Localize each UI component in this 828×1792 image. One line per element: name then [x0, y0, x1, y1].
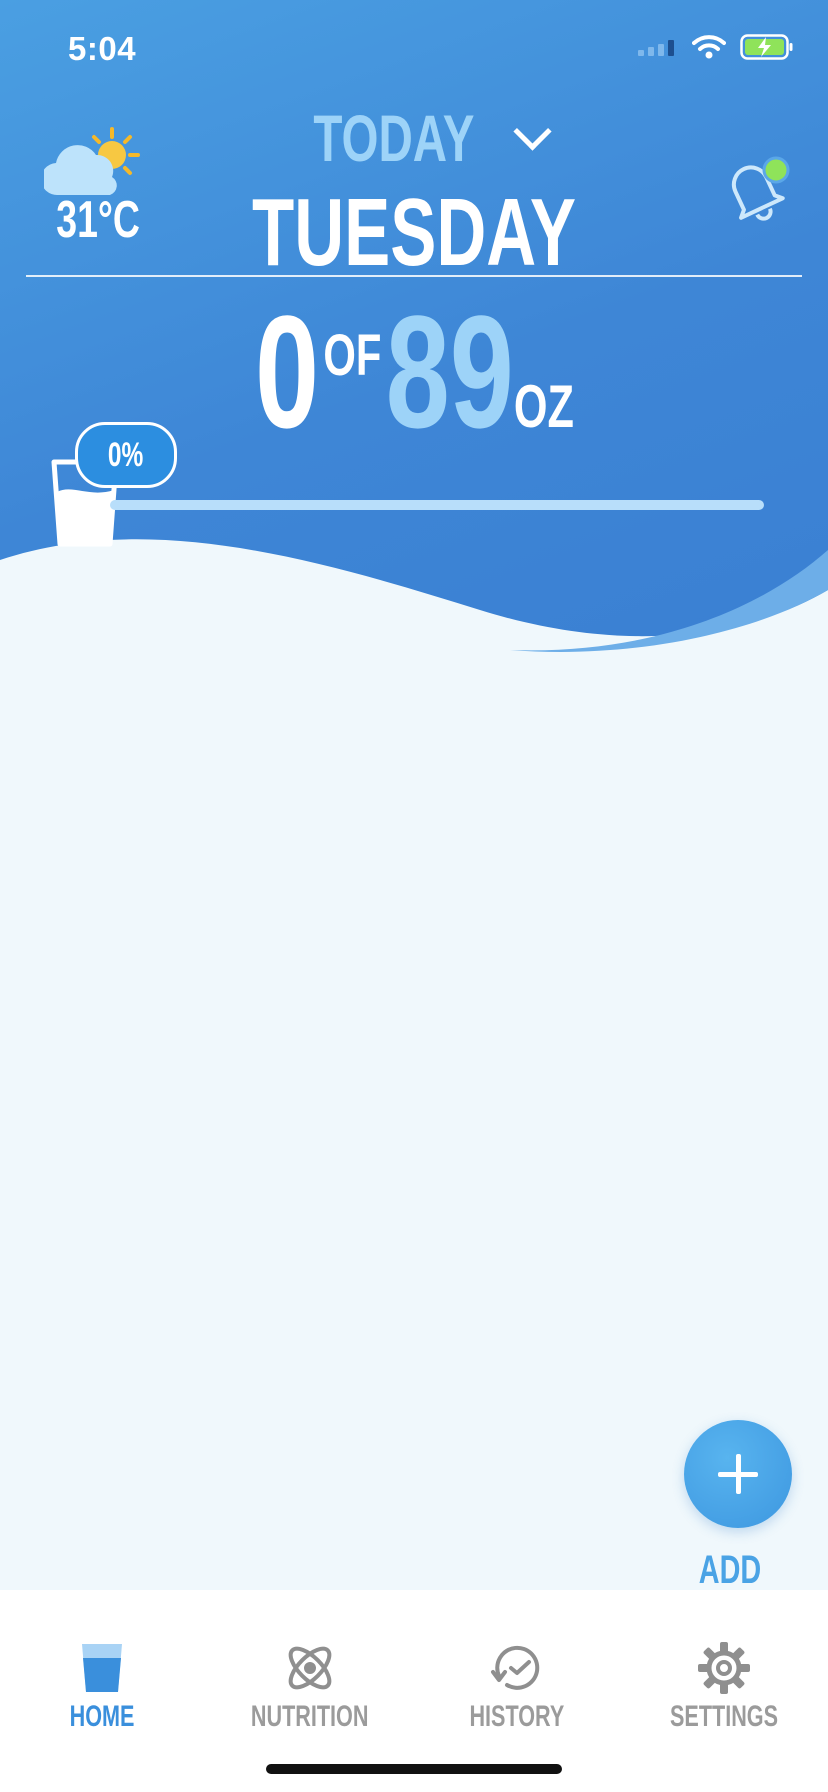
date-selector[interactable]: TODAY — [0, 100, 828, 176]
home-indicator[interactable] — [266, 1764, 562, 1774]
status-time: 5:04 — [68, 30, 137, 67]
status-icons — [638, 34, 794, 60]
tab-nutrition[interactable]: NUTRITION — [220, 1640, 400, 1734]
atom-icon — [288, 1646, 332, 1690]
progress-track — [110, 500, 764, 510]
glass-icon — [82, 1644, 122, 1692]
day-title: TUESDAY — [0, 178, 828, 288]
progress-percent-text: 0% — [108, 436, 144, 474]
plus-icon-vertical — [736, 1454, 741, 1494]
intake-goal: 89 — [385, 282, 514, 461]
tab-home-label: HOME — [69, 1700, 135, 1733]
bell-icon[interactable] — [712, 148, 794, 230]
intake-display: 0OF89OZ — [255, 280, 574, 464]
cellular-signal-icon — [638, 40, 674, 56]
day-title-text: TUESDAY — [252, 179, 576, 286]
tab-history-label: HISTORY — [469, 1700, 565, 1733]
tab-bar: HOME NUTRITION HISTORY SETTINGS — [0, 1590, 828, 1792]
clock-history-icon — [491, 1645, 540, 1690]
date-selector-label: TODAY — [312, 101, 475, 175]
tab-settings-label: SETTINGS — [669, 1700, 778, 1733]
intake-current: 0 — [254, 282, 319, 461]
battery-charging-icon — [740, 34, 793, 60]
add-drink-button[interactable] — [684, 1420, 792, 1528]
intake-of-label: OF — [322, 323, 381, 388]
intake-unit: OZ — [513, 373, 574, 440]
tab-home[interactable]: HOME — [12, 1640, 192, 1734]
chevron-down-icon — [513, 112, 552, 151]
wifi-icon — [692, 35, 726, 59]
tab-history[interactable]: HISTORY — [427, 1640, 607, 1734]
gear-icon — [698, 1642, 750, 1694]
header-divider — [26, 275, 802, 277]
tab-nutrition-label: NUTRITION — [251, 1700, 369, 1733]
tab-settings[interactable]: SETTINGS — [634, 1640, 814, 1734]
header-wave — [0, 539, 828, 700]
progress-percent-badge: 0% — [75, 422, 177, 488]
